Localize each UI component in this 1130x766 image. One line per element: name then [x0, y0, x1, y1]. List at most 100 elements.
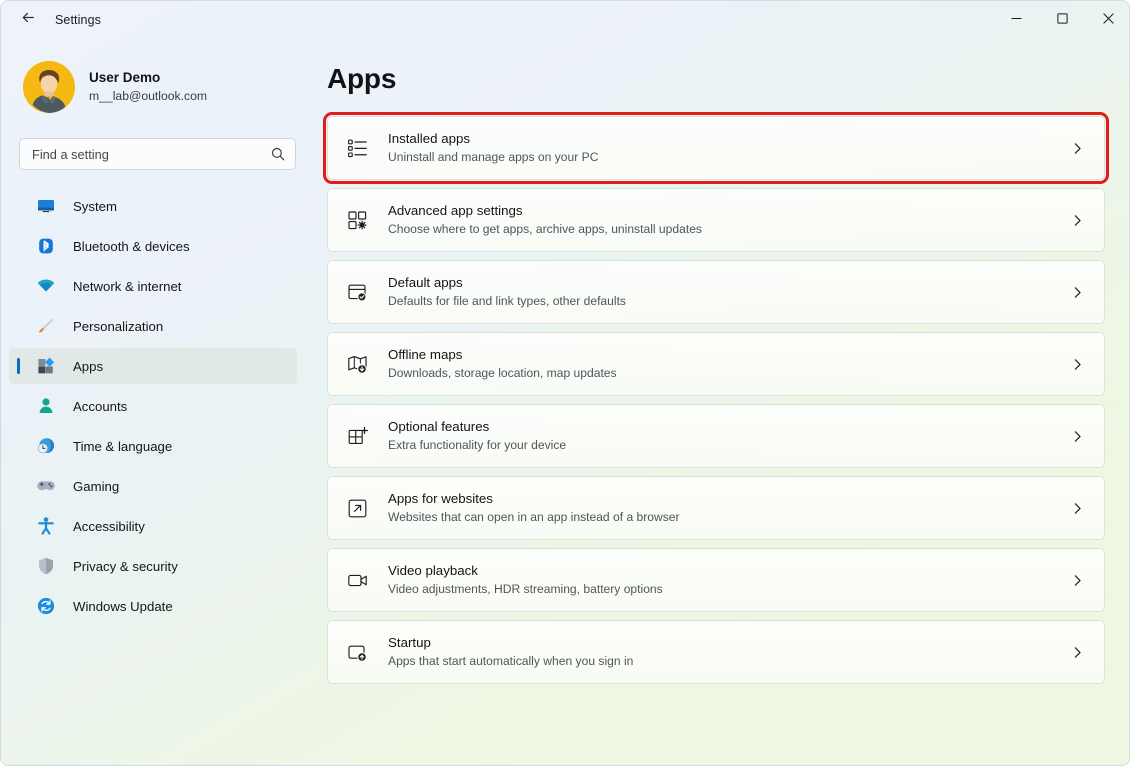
card-title: Advanced app settings — [388, 202, 1071, 219]
bluetooth-icon — [35, 235, 57, 257]
startup-arrow-up-icon — [346, 641, 368, 663]
sidebar-item-windows-update[interactable]: Windows Update — [9, 588, 297, 624]
sidebar-item-personalization[interactable]: Personalization — [9, 308, 297, 344]
card-startup[interactable]: Startup Apps that start automatically wh… — [327, 620, 1105, 684]
close-icon — [1103, 11, 1114, 29]
account-email: m__lab@outlook.com — [89, 88, 207, 104]
sidebar-item-time-language[interactable]: Time & language — [9, 428, 297, 464]
main-content: Apps Installed apps Uninstall an — [313, 39, 1130, 766]
sidebar-item-label: Apps — [73, 359, 103, 374]
card-text: Video playback Video adjustments, HDR st… — [388, 562, 1071, 598]
card-title: Startup — [388, 634, 1071, 651]
account-name: User Demo — [89, 69, 207, 87]
maximize-icon — [1057, 11, 1068, 29]
sidebar-nav: System Bluetooth & devices — [1, 188, 313, 624]
sidebar-item-label: Gaming — [73, 479, 119, 494]
chevron-right-icon[interactable] — [1071, 142, 1084, 155]
card-installed-apps[interactable]: Installed apps Uninstall and manage apps… — [327, 116, 1105, 180]
settings-window: Settings — [0, 0, 1130, 766]
title-bar: Settings — [1, 1, 1130, 39]
search-input[interactable] — [20, 139, 245, 169]
gamepad-icon — [35, 475, 57, 497]
sidebar-item-label: Privacy & security — [73, 559, 178, 574]
card-text: Apps for websites Websites that can open… — [388, 490, 1071, 526]
shield-icon — [35, 555, 57, 577]
default-apps-check-icon — [346, 281, 368, 303]
chevron-right-icon[interactable] — [1071, 286, 1084, 299]
card-title: Offline maps — [388, 346, 1071, 363]
card-text: Optional features Extra functionality fo… — [388, 418, 1071, 454]
chevron-right-icon[interactable] — [1071, 358, 1084, 371]
offline-maps-icon — [346, 353, 368, 375]
sidebar-item-system[interactable]: System — [9, 188, 297, 224]
advanced-app-settings-gear-icon — [346, 209, 368, 231]
card-apps-for-websites[interactable]: Apps for websites Websites that can open… — [327, 476, 1105, 540]
sidebar-item-label: Time & language — [73, 439, 172, 454]
window-controls — [993, 1, 1130, 39]
accessibility-icon — [35, 515, 57, 537]
card-optional-features[interactable]: Optional features Extra functionality fo… — [327, 404, 1105, 468]
card-text: Default apps Defaults for file and link … — [388, 274, 1071, 310]
card-title: Default apps — [388, 274, 1071, 291]
installed-apps-list-icon — [346, 137, 368, 159]
card-subtitle: Video adjustments, HDR streaming, batter… — [388, 582, 1071, 598]
card-default-apps[interactable]: Default apps Defaults for file and link … — [327, 260, 1105, 324]
chevron-right-icon[interactable] — [1071, 646, 1084, 659]
minimize-button[interactable] — [993, 1, 1039, 39]
chevron-right-icon[interactable] — [1071, 574, 1084, 587]
minimize-icon — [1011, 11, 1022, 29]
sidebar-item-gaming[interactable]: Gaming — [9, 468, 297, 504]
card-subtitle: Extra functionality for your device — [388, 438, 1071, 454]
sidebar-item-apps[interactable]: Apps — [9, 348, 297, 384]
maximize-button[interactable] — [1039, 1, 1085, 39]
paintbrush-icon — [35, 315, 57, 337]
sidebar-item-accessibility[interactable]: Accessibility — [9, 508, 297, 544]
sidebar-item-label: Network & internet — [73, 279, 181, 294]
card-offline-maps[interactable]: Offline maps Downloads, storage location… — [327, 332, 1105, 396]
search-icon[interactable] — [271, 147, 285, 161]
sidebar-item-label: Personalization — [73, 319, 163, 334]
card-advanced-app-settings[interactable]: Advanced app settings Choose where to ge… — [327, 188, 1105, 252]
chevron-right-icon[interactable] — [1071, 214, 1084, 227]
chevron-right-icon[interactable] — [1071, 502, 1084, 515]
card-title: Apps for websites — [388, 490, 1071, 507]
sidebar-item-label: System — [73, 199, 117, 214]
card-subtitle: Defaults for file and link types, other … — [388, 294, 1071, 310]
card-subtitle: Downloads, storage location, map updates — [388, 366, 1071, 382]
sidebar-item-bluetooth-devices[interactable]: Bluetooth & devices — [9, 228, 297, 264]
apps-icon — [35, 355, 57, 377]
optional-features-plus-icon — [346, 425, 368, 447]
page-title: Apps — [327, 63, 1130, 95]
sidebar: User Demo m__lab@outlook.com — [1, 39, 313, 766]
window-title: Settings — [55, 13, 101, 27]
account-card[interactable]: User Demo m__lab@outlook.com — [19, 57, 287, 117]
card-subtitle: Choose where to get apps, archive apps, … — [388, 222, 1071, 238]
card-subtitle: Websites that can open in an app instead… — [388, 510, 1071, 526]
card-video-playback[interactable]: Video playback Video adjustments, HDR st… — [327, 548, 1105, 612]
card-text: Offline maps Downloads, storage location… — [388, 346, 1071, 382]
person-icon — [35, 395, 57, 417]
wifi-icon — [35, 275, 57, 297]
back-button[interactable] — [11, 5, 45, 35]
sidebar-item-label: Accounts — [73, 399, 127, 414]
card-title: Video playback — [388, 562, 1071, 579]
card-title: Installed apps — [388, 130, 1071, 147]
search-box[interactable] — [19, 138, 296, 170]
card-text: Startup Apps that start automatically wh… — [388, 634, 1071, 670]
card-subtitle: Uninstall and manage apps on your PC — [388, 150, 1071, 166]
sidebar-item-privacy-security[interactable]: Privacy & security — [9, 548, 297, 584]
account-text: User Demo m__lab@outlook.com — [89, 69, 207, 105]
card-text: Advanced app settings Choose where to ge… — [388, 202, 1071, 238]
chevron-right-icon[interactable] — [1071, 430, 1084, 443]
sidebar-item-accounts[interactable]: Accounts — [9, 388, 297, 424]
sidebar-item-network-internet[interactable]: Network & internet — [9, 268, 297, 304]
close-button[interactable] — [1085, 1, 1130, 39]
avatar — [23, 61, 75, 113]
sidebar-item-label: Windows Update — [73, 599, 173, 614]
monitor-icon — [35, 195, 57, 217]
update-refresh-icon — [35, 595, 57, 617]
arrow-left-icon — [20, 9, 37, 31]
clock-globe-icon — [35, 435, 57, 457]
sidebar-item-label: Accessibility — [73, 519, 145, 534]
apps-for-websites-external-link-icon — [346, 497, 368, 519]
